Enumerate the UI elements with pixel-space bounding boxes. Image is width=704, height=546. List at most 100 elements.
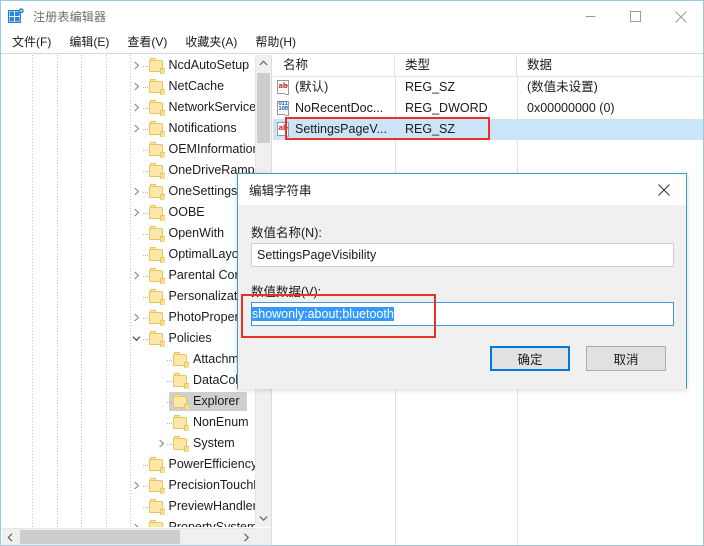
- tree-connector: [143, 87, 148, 88]
- dialog-close-button[interactable]: [642, 175, 686, 205]
- scroll-left-arrow-icon[interactable]: [2, 529, 19, 545]
- tree-item-precisiontouchpa[interactable]: PrecisionTouchPa: [2, 475, 255, 496]
- column-name[interactable]: 名称: [273, 55, 395, 76]
- window-title: 注册表编辑器: [33, 8, 106, 25]
- tree-item-onedriveramps[interactable]: OneDriveRamps: [2, 160, 255, 181]
- folder-icon: [149, 522, 164, 527]
- tree-item-ncdautosetup[interactable]: NcdAutoSetup: [2, 55, 255, 76]
- tree-item-policies[interactable]: Policies: [2, 328, 255, 349]
- folder-icon: [173, 417, 188, 430]
- menu-file[interactable]: 文件(F): [3, 32, 60, 53]
- tree-item-photopropertyh[interactable]: PhotoPropertyH: [2, 307, 255, 328]
- tree-item-netcache[interactable]: NetCache: [2, 76, 255, 97]
- tree-item-propertysystem[interactable]: PropertySystem: [2, 517, 255, 527]
- chevron-right-icon[interactable]: [131, 307, 143, 328]
- values-column-header[interactable]: 名称类型数据: [273, 55, 703, 77]
- tree-item-label: NonEnum: [193, 412, 249, 433]
- tree-item-explorer[interactable]: Explorer: [2, 391, 255, 412]
- tree-connector: [143, 213, 148, 214]
- chevron-right-icon[interactable]: [131, 55, 143, 76]
- tree-item-personalization[interactable]: Personalization: [2, 286, 255, 307]
- dialog-title: 编辑字符串: [249, 180, 312, 199]
- scroll-down-arrow-icon[interactable]: [256, 510, 271, 527]
- string-value-icon: ab: [277, 80, 291, 95]
- folder-icon: [149, 144, 164, 157]
- tree-item-notifications[interactable]: Notifications: [2, 118, 255, 139]
- tree-scrollbar-thumb[interactable]: [257, 73, 270, 143]
- close-button[interactable]: [658, 1, 703, 32]
- menu-edit[interactable]: 编辑(E): [60, 32, 118, 53]
- maximize-button[interactable]: [613, 1, 658, 32]
- tree-item-oeminformation[interactable]: OEMInformation: [2, 139, 255, 160]
- value-name-input[interactable]: SettingsPageVisibility: [251, 243, 674, 267]
- tree-horizontal-scrollbar[interactable]: [2, 528, 271, 545]
- tree-item-label: OOBE: [169, 202, 205, 223]
- value-data-input[interactable]: showonly:about;bluetooth: [251, 302, 674, 326]
- chevron-right-icon[interactable]: [131, 97, 143, 118]
- tree-item-system[interactable]: System: [2, 433, 255, 454]
- tree-item-label: NetCache: [169, 76, 225, 97]
- chevron-right-icon[interactable]: [131, 181, 143, 202]
- menu-help[interactable]: 帮助(H): [246, 32, 305, 53]
- chevron-right-icon[interactable]: [131, 202, 143, 223]
- tree-connector: [167, 423, 172, 424]
- minimize-button[interactable]: [568, 1, 613, 32]
- chevron-right-icon[interactable]: [131, 517, 143, 527]
- folder-icon: [149, 291, 164, 304]
- tree-item-label: Explorer: [193, 391, 240, 412]
- menu-bar: 文件(F)编辑(E)查看(V)收藏夹(A)帮助(H): [1, 32, 703, 54]
- value-row[interactable]: ab (默认) REG_SZ(数值未设置): [273, 77, 703, 98]
- chevron-right-icon[interactable]: [131, 118, 143, 139]
- tree-item-openwith[interactable]: OpenWith: [2, 223, 255, 244]
- tree-item-label: PreviewHandlers: [169, 496, 256, 517]
- tree-connector: [143, 108, 148, 109]
- value-name-text: SettingsPageV...: [295, 119, 387, 140]
- scroll-right-arrow-icon[interactable]: [238, 529, 255, 545]
- tree-item-label: NetworkServiceTr: [169, 97, 256, 118]
- folder-icon: [149, 312, 164, 325]
- value-row[interactable]: abSettingsPageV...REG_SZ: [273, 119, 703, 140]
- value-type-cell: REG_SZ: [395, 77, 517, 98]
- tree-item-parental-contr[interactable]: Parental Contr: [2, 265, 255, 286]
- chevron-right-icon[interactable]: [155, 433, 167, 454]
- tree-item-list: NcdAutoSetupNetCacheNetworkServiceTrNoti…: [2, 55, 255, 527]
- chevron-right-icon[interactable]: [131, 475, 143, 496]
- tree-hscrollbar-thumb[interactable]: [20, 530, 180, 544]
- dialog-title-bar: 编辑字符串: [238, 174, 686, 205]
- tree-item-optimallayout[interactable]: OptimalLayout: [2, 244, 255, 265]
- menu-favorites[interactable]: 收藏夹(A): [176, 32, 246, 53]
- tree-item-networkservicetr[interactable]: NetworkServiceTr: [2, 97, 255, 118]
- column-data[interactable]: 数据: [517, 55, 703, 76]
- value-row[interactable]: 011100NoRecentDoc...REG_DWORD0x00000000 …: [273, 98, 703, 119]
- scroll-up-arrow-icon[interactable]: [256, 55, 271, 72]
- string-value-icon: ab: [277, 122, 291, 137]
- value-data-cell: 0x00000000 (0): [517, 98, 703, 119]
- folder-icon: [173, 438, 188, 451]
- column-type[interactable]: 类型: [395, 55, 517, 76]
- tree-item-previewhandlers[interactable]: PreviewHandlers: [2, 496, 255, 517]
- tree-item-datacollecti[interactable]: DataCollecti: [2, 370, 255, 391]
- ok-button[interactable]: 确定: [490, 346, 570, 371]
- tree-item-oobe[interactable]: OOBE: [2, 202, 255, 223]
- value-name-text: NoRecentDoc...: [295, 98, 383, 119]
- tree-item-label: OneSettings: [169, 181, 238, 202]
- value-data-label: 数值数据(V):: [251, 281, 321, 300]
- folder-icon: [149, 123, 164, 136]
- tree-item-onesettings[interactable]: OneSettings: [2, 181, 255, 202]
- tree-connector: [143, 486, 148, 487]
- folder-icon: [149, 102, 164, 115]
- chevron-down-icon[interactable]: [131, 328, 143, 349]
- folder-icon: [149, 249, 164, 262]
- tree-item-nonenum[interactable]: NonEnum: [2, 412, 255, 433]
- value-data-selected-text: showonly:about;bluetooth: [252, 307, 394, 321]
- tree-connector: [143, 150, 148, 151]
- menu-view[interactable]: 查看(V): [118, 32, 176, 53]
- chevron-right-icon[interactable]: [131, 76, 143, 97]
- chevron-right-icon[interactable]: [131, 265, 143, 286]
- value-name-text: (默认): [295, 77, 328, 98]
- tree-item-powerefficiencydi[interactable]: PowerEfficiencyDi: [2, 454, 255, 475]
- title-bar: 注册表编辑器: [1, 1, 703, 32]
- value-data-cell: (数值未设置): [517, 77, 703, 98]
- tree-item-attachments[interactable]: Attachments: [2, 349, 255, 370]
- cancel-button[interactable]: 取消: [586, 346, 666, 371]
